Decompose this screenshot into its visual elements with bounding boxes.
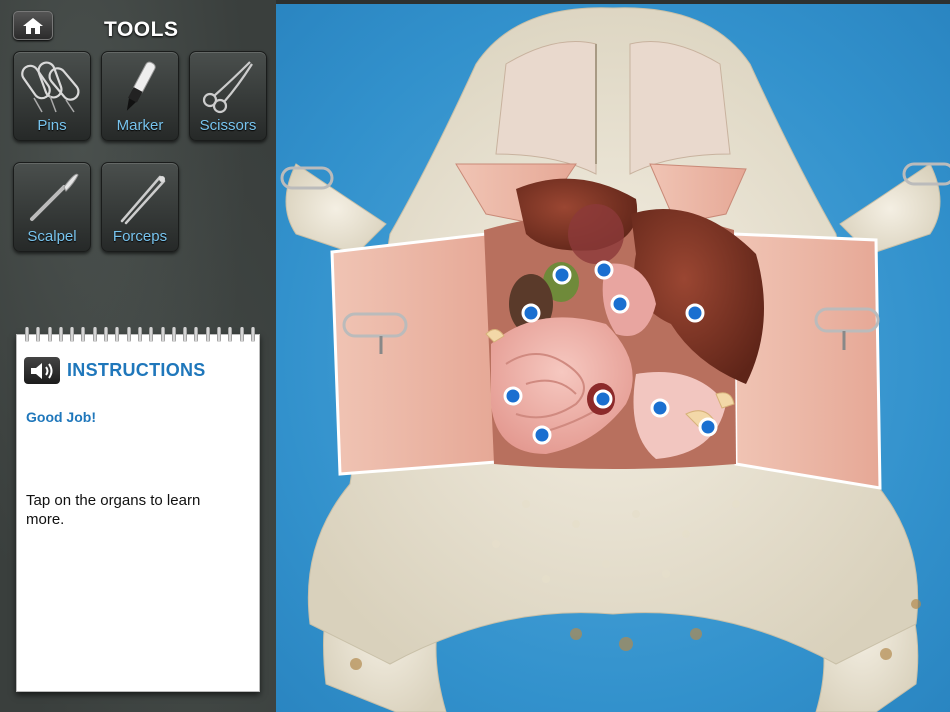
- pins-icon: [21, 61, 80, 113]
- marker-label: Marker: [116, 117, 164, 134]
- organ-marker[interactable]: [610, 294, 630, 314]
- pins-tool-button[interactable]: Pins: [13, 51, 91, 141]
- organ-marker[interactable]: [552, 265, 572, 285]
- instructions-title: INSTRUCTIONS: [67, 360, 206, 380]
- organ-marker[interactable]: [594, 260, 614, 280]
- status-message: Good Job!: [26, 409, 96, 425]
- marker-icon: [126, 61, 156, 111]
- scissors-tool-button[interactable]: Scissors: [189, 51, 267, 141]
- organ-marker[interactable]: [593, 389, 613, 409]
- scalpel-icon: [30, 173, 79, 221]
- scissors-label: Scissors: [199, 117, 257, 134]
- tools-title: TOOLS: [104, 18, 179, 41]
- instructions-notepad: INSTRUCTIONS Good Job! Tap on the organs…: [16, 327, 260, 692]
- forceps-tool-button[interactable]: Forceps: [101, 162, 179, 252]
- organ-marker[interactable]: [650, 398, 670, 418]
- organ-marker[interactable]: [532, 425, 552, 445]
- dissection-stage: [276, 4, 950, 712]
- speaker-icon: [31, 362, 53, 379]
- home-icon: [23, 17, 43, 34]
- forceps-icon: [120, 175, 166, 225]
- instructions-text: Tap on the organs to learn more.: [26, 492, 201, 528]
- organ-marker[interactable]: [521, 303, 541, 323]
- instructions-header: INSTRUCTIONS: [24, 357, 206, 384]
- speaker-button[interactable]: [24, 357, 60, 384]
- pins-label: Pins: [37, 117, 67, 134]
- organ-marker[interactable]: [685, 303, 705, 323]
- forceps-label: Forceps: [112, 228, 168, 245]
- scissors-icon: [202, 61, 253, 114]
- organ-marker[interactable]: [503, 386, 523, 406]
- tools-panel: TOOLS Pins Marker Scissors Scalpel Force…: [0, 0, 276, 712]
- organ-marker[interactable]: [698, 417, 718, 437]
- scalpel-label: Scalpel: [27, 228, 77, 245]
- frog-dissection-image: [280, 7, 950, 712]
- marker-tool-button[interactable]: Marker: [101, 51, 179, 141]
- notepad-spiral: [25, 327, 255, 343]
- home-button[interactable]: [13, 11, 53, 40]
- scalpel-tool-button[interactable]: Scalpel: [13, 162, 91, 252]
